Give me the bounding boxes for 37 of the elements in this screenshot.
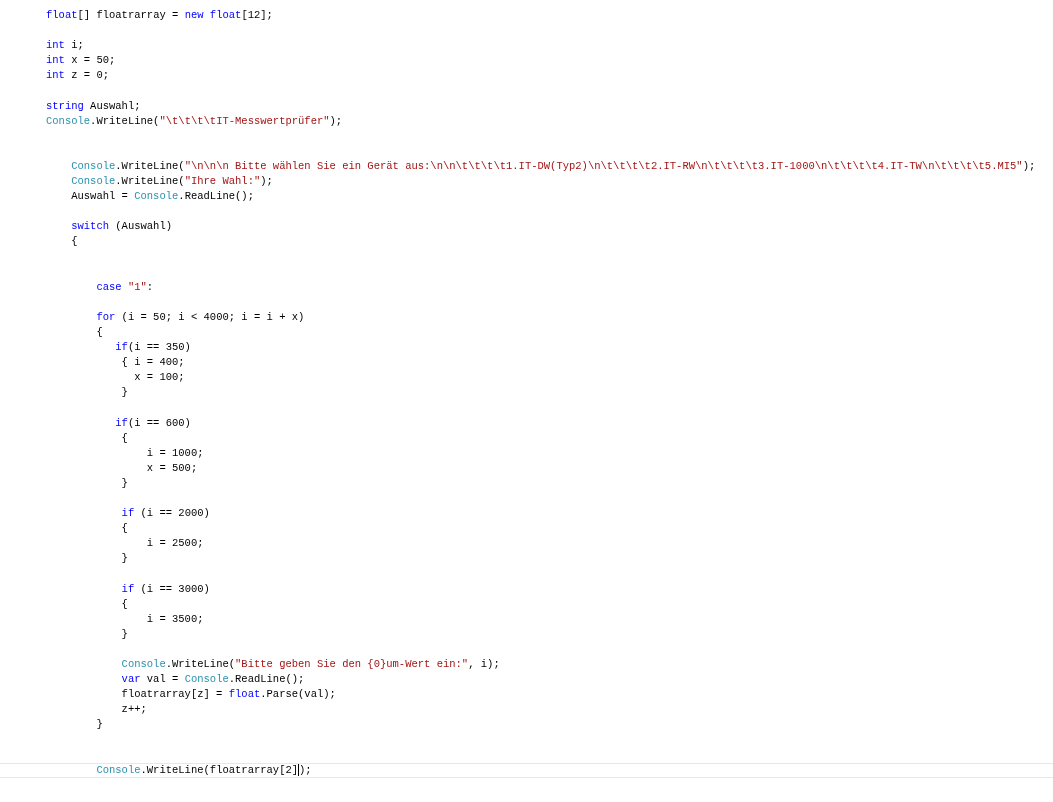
code-line: x = 100; <box>134 370 185 386</box>
code-line: x = 500; <box>146 460 198 476</box>
code-line: if (i == 2000) <box>121 506 210 522</box>
code-line: if (i == 3000) <box>121 581 210 597</box>
code-line: Console.WriteLine("Ihre Wahl:"); <box>71 174 273 190</box>
code-line: Auswahl = Console.ReadLine(); <box>71 189 254 205</box>
code-line: Console.WriteLine("Bitte geben Sie den {0}um-Wert ein:", i); <box>121 657 500 673</box>
code-line: } <box>121 475 128 491</box>
code-line: var val = Console.ReadLine(); <box>121 672 305 688</box>
code-line: int i; <box>46 38 84 54</box>
code-line: i = 3500; <box>146 611 204 627</box>
code-line: string Auswahl; <box>46 98 141 114</box>
code-line: case "1": <box>96 279 154 295</box>
code-line: for (i = 50; i < 4000; i = i + x) <box>96 309 305 325</box>
code-line: { <box>121 430 128 446</box>
code-line: { i = 400; <box>121 355 185 371</box>
code-line: } <box>121 551 128 567</box>
code-line: { <box>121 596 128 612</box>
code-line: Console.WriteLine("\t\t\t\tIT-Messwertprüfer"); <box>46 113 343 129</box>
code-line: } <box>96 717 103 733</box>
code-line: } <box>121 626 128 642</box>
code-line: if(i == 350) <box>115 340 191 356</box>
code-line: { <box>121 521 128 537</box>
code-line: float[] floatrarray = new float[12]; <box>46 8 273 23</box>
code-line: i = 2500; <box>146 536 204 552</box>
code-line: } <box>121 385 128 401</box>
code-line: { <box>96 324 103 340</box>
code-line: switch (Auswahl) <box>71 219 173 235</box>
code-line: Console.WriteLine(floatrarray[2]); <box>96 763 312 777</box>
code-line: i = 1000; <box>146 445 204 461</box>
code-line: int z = 0; <box>46 68 109 84</box>
code-line: Console.WriteLine("\n\n\n Bitte wählen Sie ein Gerät aus:\n\n\t\t\t\t1.IT-DW(Typ2)\n\t\t\t\t2.IT-RW\n\t\t\t\t3.IT-1000\n\t\t\t\t4.IT-TW\n\t\t\t\t5.MI5"); <box>71 158 1036 174</box>
code-line: int x = 50; <box>46 53 116 69</box>
code-line: floatrarray[z] = float.Parse(val); <box>121 687 336 703</box>
code-line: { <box>71 234 78 250</box>
code-line: if(i == 600) <box>115 415 191 431</box>
code-line: z++; <box>121 702 147 718</box>
